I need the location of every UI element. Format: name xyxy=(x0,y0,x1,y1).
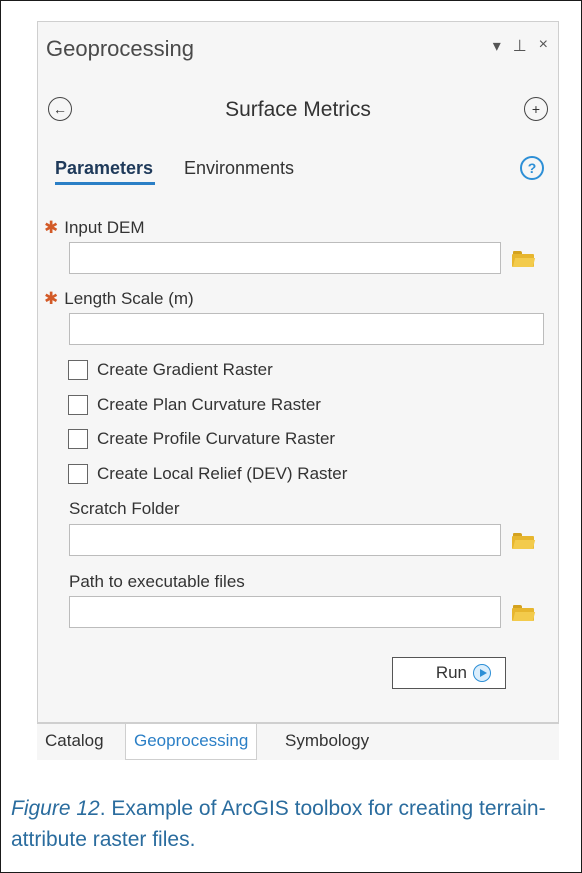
browse-folder-icon[interactable] xyxy=(512,605,536,621)
help-icon[interactable]: ? xyxy=(520,156,544,180)
pane-title: Geoprocessing xyxy=(46,36,194,61)
pane-options-icon[interactable]: ▾ xyxy=(493,36,501,56)
tab-geoprocessing[interactable]: Geoprocessing xyxy=(125,724,258,760)
run-button[interactable]: Run xyxy=(392,657,506,689)
figure-caption: Figure 12. Example of ArcGIS toolbox for… xyxy=(11,793,571,855)
browse-folder-icon[interactable] xyxy=(512,533,536,549)
length-scale-label-text: Length Scale (m) xyxy=(64,289,194,308)
profile-curvature-checkbox[interactable] xyxy=(68,429,88,449)
scratch-folder-field[interactable] xyxy=(69,524,501,556)
tab-symbology[interactable]: Symbology xyxy=(277,724,377,760)
length-scale-field[interactable] xyxy=(69,313,544,345)
add-button[interactable]: + xyxy=(524,97,548,121)
gradient-checkbox-row[interactable]: Create Gradient Raster xyxy=(68,360,273,380)
tab-environments[interactable]: Environments xyxy=(184,158,294,179)
tab-catalog[interactable]: Catalog xyxy=(37,724,112,760)
input-dem-label-text: Input DEM xyxy=(64,218,145,237)
input-dem-label: ✱ Input DEM xyxy=(44,218,145,238)
pane-controls: ▾ ⊥ × xyxy=(493,36,548,56)
exe-path-label: Path to executable files xyxy=(69,572,245,591)
checkbox-label: Create Gradient Raster xyxy=(97,360,273,379)
local-relief-checkbox[interactable] xyxy=(68,464,88,484)
tool-title: Surface Metrics xyxy=(225,98,371,121)
close-icon[interactable]: × xyxy=(539,36,548,56)
figure-frame: Geoprocessing ▾ ⊥ × ← Surface Metrics + … xyxy=(0,0,582,873)
checkbox-label: Create Local Relief (DEV) Raster xyxy=(97,464,348,483)
bottom-tab-bar: Catalog Geoprocessing Symbology xyxy=(37,723,559,760)
pin-icon[interactable]: ⊥ xyxy=(513,36,527,56)
local-relief-checkbox-row[interactable]: Create Local Relief (DEV) Raster xyxy=(68,464,347,484)
figure-number: Figure 12 xyxy=(11,797,100,820)
scratch-folder-label: Scratch Folder xyxy=(69,499,180,518)
required-asterisk-icon: ✱ xyxy=(44,218,59,237)
help-glyph: ? xyxy=(527,160,537,176)
geoprocessing-pane: Geoprocessing ▾ ⊥ × ← Surface Metrics + … xyxy=(37,21,559,723)
plan-curvature-checkbox[interactable] xyxy=(68,395,88,415)
plus-icon: + xyxy=(531,101,541,117)
checkbox-label: Create Profile Curvature Raster xyxy=(97,429,336,448)
gradient-checkbox[interactable] xyxy=(68,360,88,380)
exe-path-field[interactable] xyxy=(69,596,501,628)
input-dem-field[interactable] xyxy=(69,242,501,274)
checkbox-label: Create Plan Curvature Raster xyxy=(97,395,321,414)
tab-parameters[interactable]: Parameters xyxy=(55,158,156,185)
profile-curvature-checkbox-row[interactable]: Create Profile Curvature Raster xyxy=(68,429,335,449)
browse-folder-icon[interactable] xyxy=(512,251,536,267)
required-asterisk-icon: ✱ xyxy=(44,289,59,308)
length-scale-label: ✱ Length Scale (m) xyxy=(44,289,194,309)
run-play-icon xyxy=(473,664,491,682)
run-label: Run xyxy=(435,663,467,682)
plan-curvature-checkbox-row[interactable]: Create Plan Curvature Raster xyxy=(68,395,321,415)
